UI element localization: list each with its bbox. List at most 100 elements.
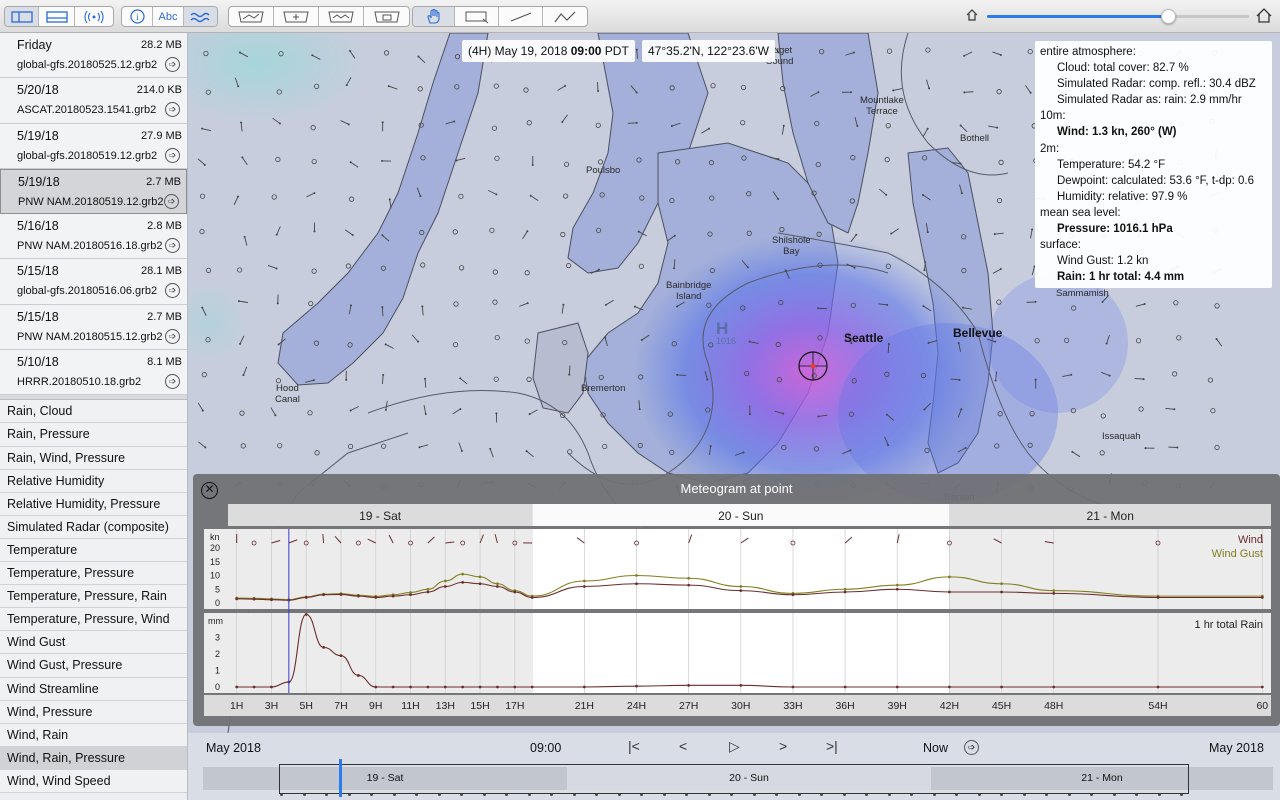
layer-item[interactable]: Wind Streamline xyxy=(0,677,187,701)
wind-gust-series-point xyxy=(1000,582,1003,586)
open-file-icon[interactable]: ➩ xyxy=(165,374,180,390)
rain-y-tick: 3 xyxy=(215,633,220,643)
file-item[interactable]: 5/15/18 28.1 MB global-gfs.20180516.06.grb… xyxy=(0,259,187,305)
polyline-tool-icon[interactable] xyxy=(543,7,587,26)
layer-item[interactable]: Temperature, Pressure, Wind xyxy=(0,608,187,632)
file-item[interactable]: Friday 28.2 MB global-gfs.20180525.12.grb2… xyxy=(0,33,187,79)
wave-layers-icon[interactable] xyxy=(184,7,217,26)
step-forward-button[interactable]: > xyxy=(779,738,787,754)
layer-item[interactable]: Relative Humidity, Pressure xyxy=(0,492,187,516)
sidebar-toggle-icon[interactable] xyxy=(5,7,39,26)
info-row: Simulated Radar as: rain: 2.9 mm/hr xyxy=(1057,94,1242,107)
play-button[interactable]: ▷ xyxy=(729,738,740,755)
open-file-icon[interactable]: ➩ xyxy=(165,57,180,72)
layer-item[interactable]: Rain, Cloud xyxy=(0,400,187,424)
open-file-icon[interactable]: ➩ xyxy=(165,102,180,118)
layer-item[interactable]: Rain, Pressure xyxy=(0,423,187,447)
time-badge: (4H) May 19, 2018 09:00 PDT xyxy=(462,40,635,62)
rain-series-point xyxy=(391,685,395,689)
file-item[interactable]: 5/19/18 27.9 MB global-gfs.20180519.12.grb… xyxy=(0,123,187,169)
x-tick-label: 21H xyxy=(575,700,594,712)
wind-gust-series-point xyxy=(739,585,743,588)
meteogram-chart: 19 - Sat 20 - Sun 21 - Mon 0 5 10 15 20 0 1 2 3 kn mm… xyxy=(204,504,1271,716)
layer-item[interactable]: Temperature xyxy=(0,538,187,563)
line-tool-icon[interactable] xyxy=(499,7,543,26)
box-select-icon[interactable] xyxy=(455,7,499,26)
file-item[interactable]: 5/15/18 2.7 MB PNW NAM.20180515.12.grb2 ➩ xyxy=(0,304,187,351)
gps-signal-icon[interactable] xyxy=(75,7,113,26)
home-large-icon[interactable] xyxy=(1256,8,1272,23)
zoom-slider-thumb[interactable] xyxy=(1160,9,1176,24)
layer-item[interactable]: Wind, Rain xyxy=(0,723,187,747)
x-tick-label: 45H xyxy=(992,700,1011,712)
rain-series-point xyxy=(1156,685,1160,689)
open-file-icon[interactable]: ➩ xyxy=(165,328,180,344)
now-label: Now xyxy=(923,741,949,755)
route-chart-icon[interactable] xyxy=(229,7,274,26)
x-tick-label: 60 xyxy=(1256,700,1268,712)
timeline-tick xyxy=(1112,793,1116,796)
zoom-slider[interactable] xyxy=(987,9,1249,24)
file-item[interactable]: 5/19/18 2.7 MB PNW NAM.20180519.12.grb2 ➩ xyxy=(0,168,187,215)
home-small-icon[interactable] xyxy=(966,9,978,21)
file-name: PNW NAM.20180519.12.grb2 xyxy=(18,195,164,208)
layer-item[interactable]: Rain, Wind, Pressure xyxy=(0,446,187,470)
step-back-button[interactable]: < xyxy=(679,738,687,754)
wind-series-point xyxy=(948,590,951,594)
file-date: 5/19/18 xyxy=(18,174,60,189)
skip-to-end-button[interactable]: >| xyxy=(826,738,838,754)
timeline-cursor[interactable] xyxy=(339,759,342,797)
open-file-icon[interactable]: ➩ xyxy=(164,193,179,209)
x-tick-label: 24H xyxy=(627,700,646,712)
file-item[interactable]: 5/16/18 2.8 MB PNW NAM.20180516.18.grb2 ➩ xyxy=(0,214,187,260)
query-point-marker xyxy=(798,351,828,381)
grib-file-list: Friday 28.2 MB global-gfs.20180525.12.grb2… xyxy=(0,33,187,396)
timeline-track[interactable]: 19 - Sat 20 - Sun 21 - Mon xyxy=(203,759,1273,797)
layer-item[interactable]: Wind, Rain, Pressure xyxy=(0,746,187,770)
rain-series-point xyxy=(791,685,795,689)
open-file-icon[interactable]: ➩ xyxy=(165,147,180,163)
point-info-panel: entire atmosphere: Cloud: total cover: 82… xyxy=(1035,41,1272,288)
layer-item[interactable]: Wind Gust, Pressure xyxy=(0,654,187,678)
x-tick-label: 36H xyxy=(835,700,854,712)
add-waypoint-icon[interactable] xyxy=(274,7,319,26)
file-date: 5/20/18 xyxy=(17,83,59,98)
info-section-header: surface: xyxy=(1040,239,1081,252)
rain-series-point xyxy=(339,654,343,658)
file-name: PNW NAM.20180516.18.grb2 xyxy=(17,240,163,253)
meteogram-day-label: 20 - Sun xyxy=(718,509,763,523)
file-item[interactable]: 5/20/18 214.0 KB ASCAT.20180523.1541.grb2 ➩ xyxy=(0,78,187,124)
open-file-icon[interactable]: ➩ xyxy=(165,238,180,254)
mark-chart-icon[interactable] xyxy=(364,7,409,26)
info-icon[interactable]: i xyxy=(122,7,153,26)
start-month-label: May 2018 xyxy=(206,741,261,755)
bottom-panel-icon[interactable] xyxy=(39,7,75,26)
skip-to-start-button[interactable]: |< xyxy=(628,738,640,754)
timeline-tick xyxy=(1180,793,1183,796)
layer-item[interactable]: Wind Gust xyxy=(0,631,187,655)
layer-item[interactable]: Wind, Wind Speed xyxy=(0,769,187,793)
wind-y-tick: 0 xyxy=(215,598,220,608)
layer-item[interactable]: Temperature, Pressure xyxy=(0,562,187,586)
timeline-forecast-window[interactable] xyxy=(279,764,1189,796)
rain-series-point xyxy=(478,685,482,689)
info-section-header: mean sea level: xyxy=(1040,206,1121,219)
text-labels-button[interactable]: Abc xyxy=(153,7,184,26)
file-date: 5/19/18 xyxy=(17,128,59,143)
file-item[interactable]: 5/10/18 8.1 MB HRRR.20180510.18.grb2 ➩ xyxy=(0,350,187,396)
layer-item[interactable]: Wind, Pressure xyxy=(0,700,187,724)
place-label: Mountlake Terrace xyxy=(860,95,904,117)
layer-item[interactable]: Simulated Radar (composite) xyxy=(0,515,187,539)
info-section-header: 10m: xyxy=(1040,110,1066,123)
open-file-icon[interactable]: ➩ xyxy=(165,283,180,299)
track-chart-icon[interactable] xyxy=(319,7,364,26)
rain-series-point xyxy=(530,685,534,689)
rain-series-point xyxy=(356,674,360,677)
layer-item[interactable]: Temperature, Pressure, Rain xyxy=(0,585,187,609)
hand-pan-icon[interactable] xyxy=(413,7,455,26)
timeline-tick xyxy=(302,793,306,796)
now-go-icon[interactable]: ➩ xyxy=(964,740,979,755)
layer-item[interactable]: Relative Humidity xyxy=(0,469,187,493)
rain-series-point xyxy=(1000,685,1003,689)
wind-gust-series-point xyxy=(1052,589,1056,593)
